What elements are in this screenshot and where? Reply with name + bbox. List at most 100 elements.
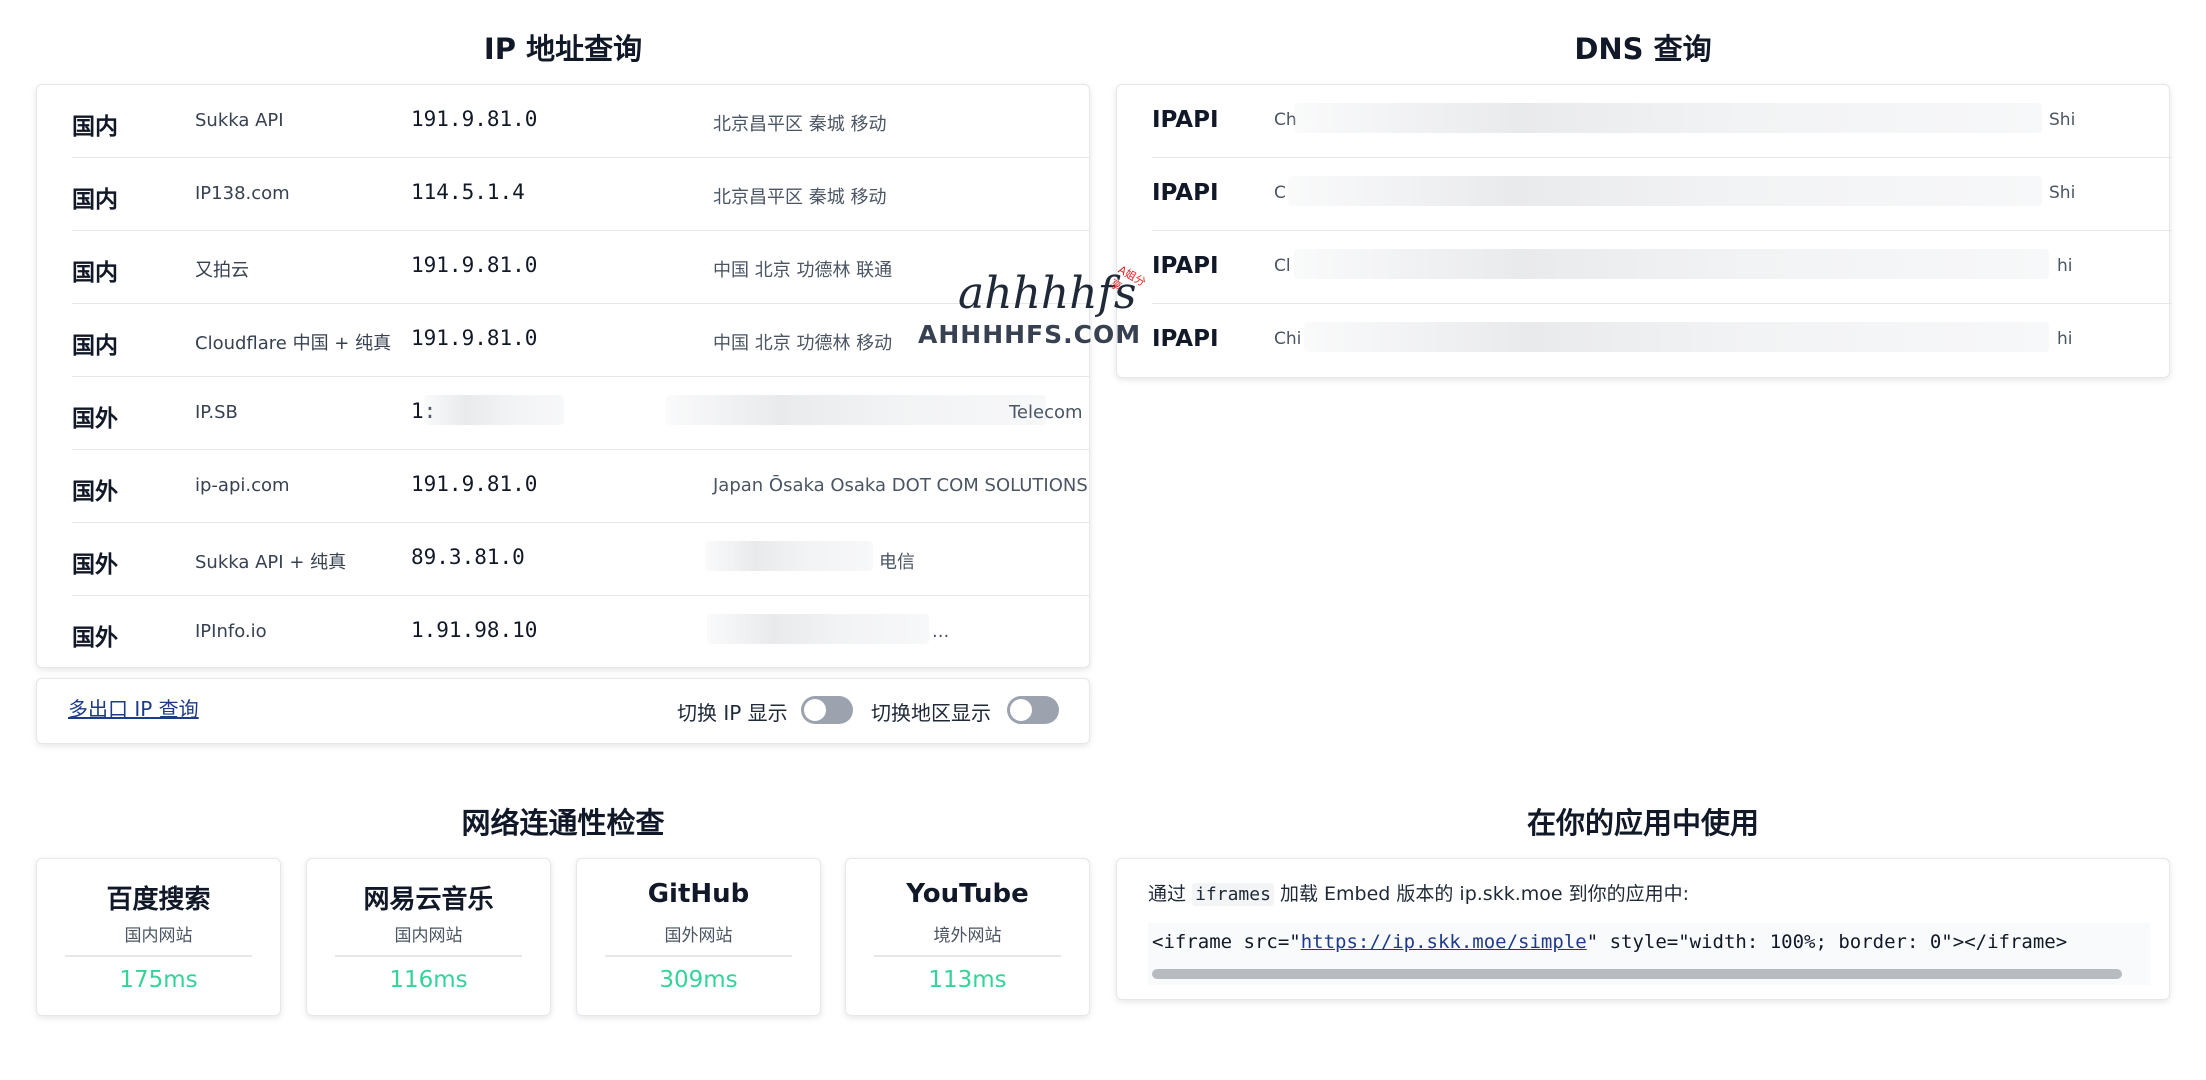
- watermark-site: AHHHHFS.COM: [918, 320, 1142, 349]
- multi-exit-ip-link[interactable]: 多出口 IP 查询: [68, 693, 199, 722]
- ip-address[interactable]: 191.9.81.0: [411, 107, 537, 131]
- iframes-code: iframes: [1192, 883, 1274, 906]
- site-latency: 309ms: [659, 967, 738, 993]
- embed-card: 通过 iframes 加载 Embed 版本的 ip.skk.moe 到你的应用…: [1116, 858, 2170, 1000]
- ip-address[interactable]: 114.5.1.4: [411, 180, 525, 204]
- redacted-dns-blur: [1304, 322, 2049, 352]
- ip-address[interactable]: 191.9.81.0: [411, 472, 537, 496]
- ip-section-title: IP 地址查询: [483, 32, 643, 66]
- connectivity-card[interactable]: 网易云音乐 国内网站 116ms: [306, 858, 551, 1016]
- site-name: 网易云音乐: [363, 885, 494, 915]
- ip-region: 国外: [72, 625, 118, 651]
- ip-region: 国内: [72, 260, 118, 286]
- redacted-location-blur: [705, 541, 873, 571]
- toggle-region-label: 切换地区显示: [871, 701, 991, 725]
- toggle-knob: [804, 699, 826, 721]
- dns-row: IPAPI C Shi: [1152, 158, 2172, 231]
- dns-result-prefix: C: [1274, 183, 1286, 203]
- embed-code-block[interactable]: <iframe src="https://ip.skk.moe/simple" …: [1148, 923, 2150, 985]
- ip-row: 国外 ip-api.com 191.9.81.0 Japan Ōsaka Osa…: [72, 450, 1090, 523]
- ip-source: 又拍云: [195, 260, 249, 281]
- ip-address[interactable]: 191.9.81.0: [411, 253, 537, 277]
- horizontal-scrollbar[interactable]: [1152, 969, 2122, 979]
- embed-desc-prefix: 通过: [1148, 883, 1187, 905]
- ip-row: 国内 IP138.com 114.5.1.4 北京昌平区 秦城 移动: [72, 158, 1090, 231]
- ip-location: 北京昌平区 秦城 移动: [713, 187, 887, 208]
- site-name: GitHub: [647, 879, 750, 909]
- ip-options-bar: 多出口 IP 查询 切换 IP 显示 切换地区显示: [36, 678, 1090, 744]
- ip-region: 国内: [72, 333, 118, 359]
- ip-row: 国外 IP.SB 1: Telecom: [72, 377, 1090, 450]
- site-name: 百度搜索: [106, 885, 211, 915]
- dns-provider: IPAPI: [1152, 326, 1219, 352]
- toggle-knob: [1010, 699, 1032, 721]
- ip-location: Telecom: [1009, 402, 1083, 423]
- ip-table-card: 国内 Sukka API 191.9.81.0 北京昌平区 秦城 移动 国内 I…: [36, 84, 1090, 668]
- dns-result-suffix: Shi: [2049, 110, 2076, 130]
- redacted-ip-blur: [424, 395, 564, 425]
- toggle-ip-switch[interactable]: [801, 696, 853, 724]
- embed-code-line: <iframe src="https://ip.skk.moe/simple" …: [1152, 931, 2067, 953]
- divider: [65, 955, 252, 957]
- site-type: 国外网站: [664, 926, 733, 946]
- dns-table-card: IPAPI Ch Shi IPAPI C Shi IPAPI Cl hi IPA…: [1116, 84, 2172, 378]
- ip-row: 国外 Sukka API + 纯真 89.3.81.0 电信: [72, 523, 1090, 596]
- embed-desc-suffix: 加载 Embed 版本的 ip.skk.moe 到你的应用中:: [1279, 883, 1689, 905]
- embed-section-title: 在你的应用中使用: [1526, 806, 1759, 840]
- embed-url-link[interactable]: https://ip.skk.moe/simple: [1301, 931, 1587, 953]
- dns-row: IPAPI Cl hi: [1152, 231, 2172, 304]
- divider: [874, 955, 1061, 957]
- ip-source: IP138.com: [195, 183, 290, 204]
- dns-result-prefix: Chi: [1274, 329, 1302, 349]
- ip-location: Japan Ōsaka Osaka DOT COM SOLUTIONS: [713, 475, 1088, 496]
- ip-source: Sukka API: [195, 110, 284, 131]
- embed-description: 通过 iframes 加载 Embed 版本的 ip.skk.moe 到你的应用…: [1148, 879, 1689, 906]
- ip-address[interactable]: 1.91.98.10: [411, 618, 537, 642]
- dns-section-title: DNS 查询: [1574, 32, 1712, 66]
- toggle-ip-label: 切换 IP 显示: [677, 701, 788, 725]
- ip-address[interactable]: 89.3.81.0: [411, 545, 525, 569]
- ip-source: IP.SB: [195, 402, 238, 423]
- code-before: <iframe src=": [1152, 931, 1301, 953]
- dns-provider: IPAPI: [1152, 180, 1219, 206]
- dns-provider: IPAPI: [1152, 107, 1219, 133]
- ip-region: 国内: [72, 187, 118, 213]
- ip-source: Cloudflare 中国 + 纯真: [195, 333, 392, 354]
- ip-address[interactable]: 191.9.81.0: [411, 326, 537, 350]
- ip-region: 国外: [72, 552, 118, 578]
- connectivity-card[interactable]: GitHub 国外网站 309ms: [576, 858, 821, 1016]
- ip-source: Sukka API + 纯真: [195, 552, 347, 573]
- connectivity-card[interactable]: 百度搜索 国内网站 175ms: [36, 858, 281, 1016]
- site-latency: 116ms: [389, 967, 468, 993]
- redacted-dns-blur: [1288, 176, 2042, 206]
- ip-region: 国外: [72, 479, 118, 505]
- ip-location: 北京昌平区 秦城 移动: [713, 114, 887, 135]
- ip-source: ip-api.com: [195, 475, 290, 496]
- code-after: " style="width: 100%; border: 0"></ifram…: [1586, 931, 2068, 953]
- ip-location: 中国 北京 功德林 联通: [713, 260, 893, 281]
- dns-result-suffix: hi: [2057, 329, 2073, 349]
- ip-region: 国外: [72, 406, 118, 432]
- redacted-location-blur: [707, 614, 929, 644]
- dns-result-suffix: hi: [2057, 256, 2073, 276]
- connectivity-section-title: 网络连通性检查: [461, 806, 665, 840]
- dns-result-suffix: Shi: [2049, 183, 2076, 203]
- connectivity-card[interactable]: YouTube 境外网站 113ms: [845, 858, 1090, 1016]
- dns-row: IPAPI Chi hi: [1152, 304, 2172, 377]
- redacted-location-blur: [666, 395, 1046, 425]
- redacted-dns-blur: [1294, 249, 2049, 279]
- site-latency: 175ms: [119, 967, 198, 993]
- watermark-logo: ahhhhfs: [958, 268, 1137, 319]
- site-type: 境外网站: [933, 926, 1002, 946]
- divider: [335, 955, 522, 957]
- dns-result-prefix: Cl: [1274, 256, 1291, 276]
- site-type: 国内网站: [394, 926, 463, 946]
- watermark: ahhhhfs AHHHHFS.COM A姐分享: [918, 263, 1148, 358]
- redacted-dns-blur: [1294, 103, 2042, 133]
- site-type: 国内网站: [124, 926, 193, 946]
- ip-region: 国内: [72, 114, 118, 140]
- site-latency: 113ms: [928, 967, 1007, 993]
- toggle-region-switch[interactable]: [1007, 696, 1059, 724]
- divider: [605, 955, 792, 957]
- ip-row: 国内 Sukka API 191.9.81.0 北京昌平区 秦城 移动: [72, 85, 1090, 158]
